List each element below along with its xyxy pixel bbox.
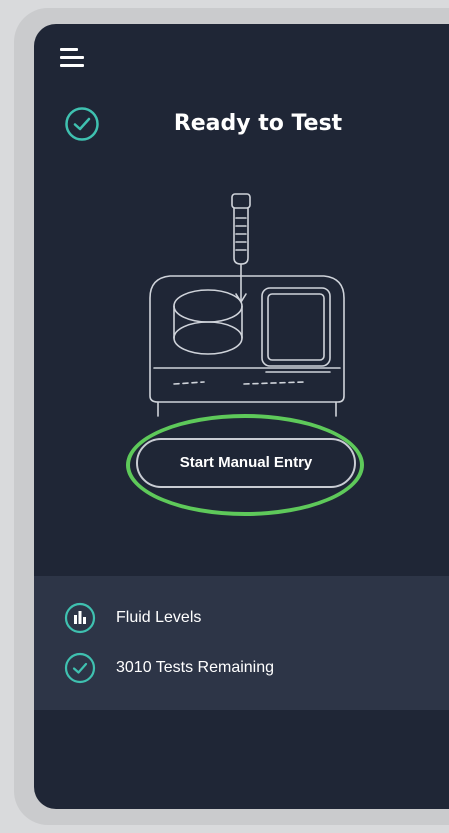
check-circle-icon (64, 652, 96, 684)
bar-chart-circle-icon (64, 602, 96, 634)
start-manual-entry-button[interactable]: Start Manual Entry (136, 438, 356, 488)
hamburger-menu-icon[interactable] (60, 46, 86, 68)
fluid-levels-item[interactable]: Fluid Levels (64, 600, 201, 636)
status-panel: Fluid Levels 3010 Tests Remaining (34, 576, 449, 710)
tests-remaining-label: 3010 Tests Remaining (116, 659, 275, 676)
fluid-levels-label: Fluid Levels (116, 609, 202, 626)
page-title: Ready to Test (173, 111, 343, 136)
app-screen: Ready to Test Start Manual Entry Fluid L… (34, 24, 449, 809)
check-circle-icon (65, 107, 99, 141)
tests-remaining-item[interactable]: 3010 Tests Remaining (64, 650, 274, 686)
analyzer-device-illustration (149, 193, 345, 417)
